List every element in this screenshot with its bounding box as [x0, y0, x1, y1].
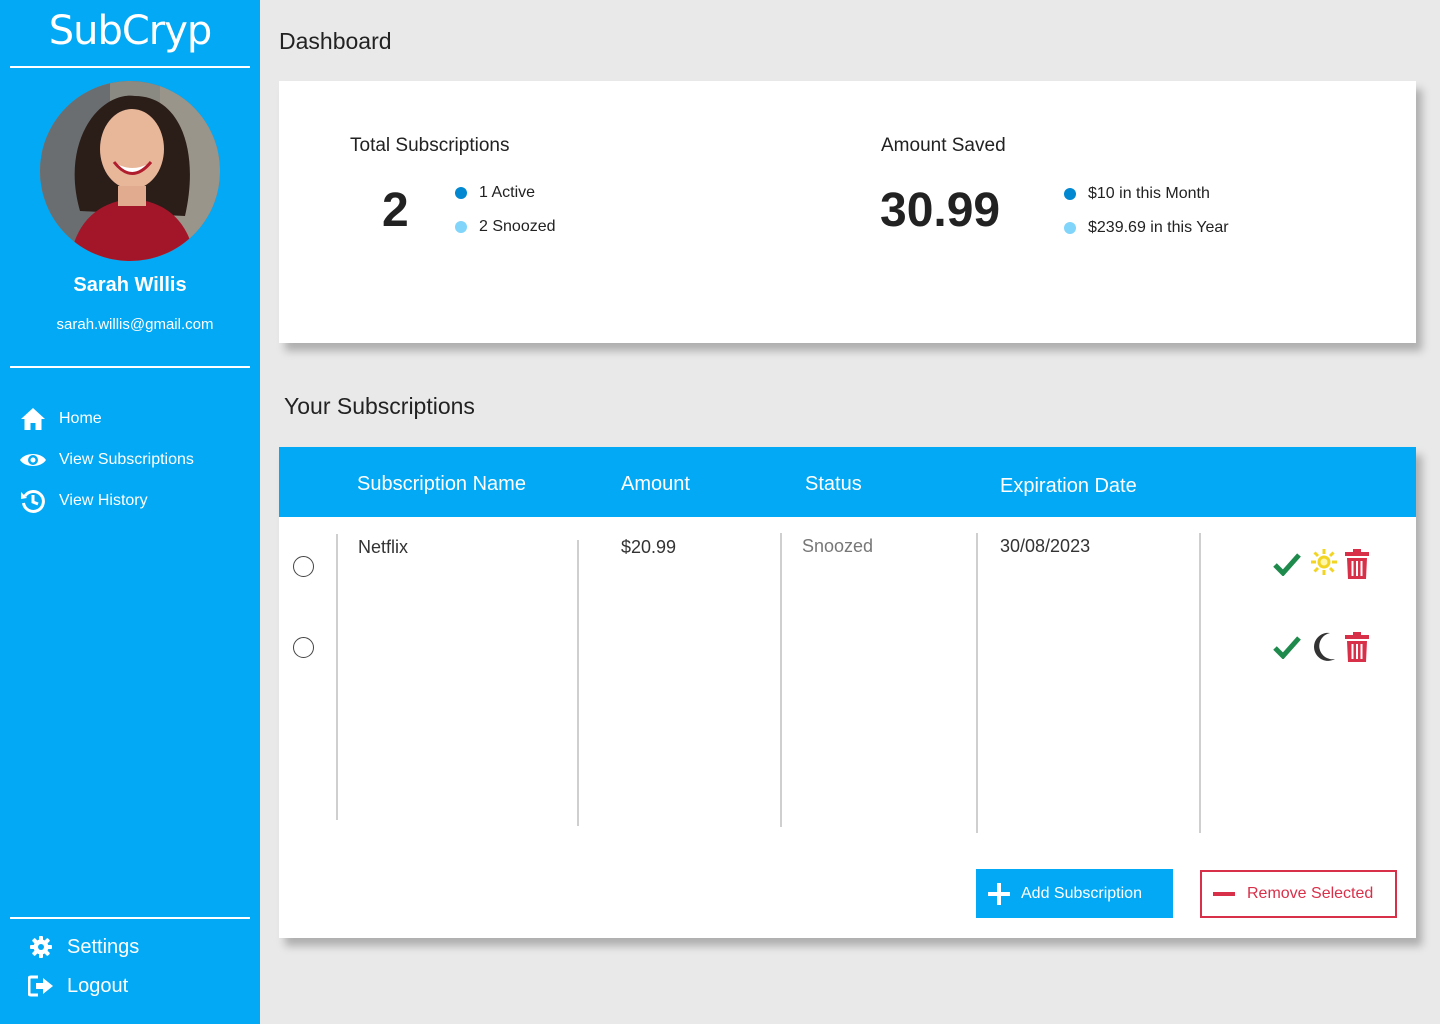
delete-button[interactable] [1344, 548, 1370, 580]
activate-button[interactable] [1272, 632, 1302, 662]
settings-label: Settings [67, 935, 140, 958]
legend-month: $10 in this Month [1064, 185, 1210, 203]
nav-item-label: Home [59, 410, 102, 427]
column-divider [1199, 533, 1201, 833]
brand-logo: SubCryp [48, 8, 213, 54]
trash-icon [1345, 549, 1369, 579]
row-select-radio[interactable] [293, 556, 314, 577]
nav-item-label: View History [59, 492, 148, 509]
column-divider [336, 534, 338, 820]
row-select-radio[interactable] [293, 637, 314, 658]
sun-icon [1311, 549, 1337, 575]
activate-button[interactable] [1272, 549, 1302, 579]
legend-label: $239.69 in this Year [1088, 219, 1229, 236]
nav-item-view-history[interactable]: View History [18, 488, 148, 514]
table-header: Subscription Name Amount Status Expirati… [279, 447, 1416, 517]
minus-icon [1213, 892, 1235, 896]
home-icon [18, 406, 48, 432]
cell-amount: $20.99 [621, 537, 677, 557]
legend-year: $239.69 in this Year [1064, 219, 1229, 237]
snooze-button[interactable] [1309, 547, 1339, 577]
avatar [40, 81, 220, 261]
check-icon [1273, 553, 1301, 576]
sidebar: SubCryp Sarah Willis sarah.willis@gmail.… [0, 0, 260, 1024]
cell-status: Snoozed [802, 536, 874, 556]
total-subscriptions-title: Total Subscriptions [350, 135, 510, 156]
add-subscription-label: Add Subscription [1021, 884, 1142, 902]
nav-item-view-subscriptions[interactable]: View Subscriptions [18, 447, 194, 473]
user-email: sarah.willis@gmail.com [56, 316, 214, 333]
cell-name: Netflix [358, 537, 409, 557]
delete-button[interactable] [1344, 631, 1370, 663]
legend-label: 1 Active [479, 184, 536, 201]
snooze-button[interactable] [1309, 631, 1339, 663]
logout-icon [28, 973, 54, 999]
total-subscriptions-value: 2 [382, 184, 409, 237]
legend-label: $10 in this Month [1088, 185, 1210, 202]
section-title: Your Subscriptions [284, 393, 475, 419]
legend-dot [1064, 188, 1076, 200]
column-header: Status [805, 473, 862, 495]
plus-icon [988, 882, 1010, 905]
gear-icon [28, 934, 54, 960]
remove-selected-button[interactable]: Remove Selected [1200, 870, 1397, 918]
column-divider [976, 533, 978, 833]
check-icon [1273, 636, 1301, 659]
user-name: Sarah Willis [73, 274, 187, 296]
nav-item-home[interactable]: Home [18, 406, 102, 432]
page-title: Dashboard [279, 28, 392, 54]
column-header: Amount [621, 473, 690, 495]
add-subscription-button[interactable]: Add Subscription [976, 869, 1173, 918]
history-icon [18, 488, 48, 514]
legend-snoozed: 2 Snoozed [455, 218, 556, 236]
legend-dot [455, 221, 467, 233]
moon-icon [1314, 632, 1335, 661]
nav-item-label: View Subscriptions [59, 451, 194, 468]
settings-button[interactable]: Settings [28, 934, 139, 960]
amount-saved-value: 30.99 [880, 184, 1001, 237]
column-header: Subscription Name [357, 473, 526, 495]
stats-card: Total Subscriptions 2 1 Active 2 Snoozed… [279, 81, 1416, 343]
trash-icon [1345, 632, 1369, 662]
legend-dot [1064, 222, 1076, 234]
subscriptions-table: Subscription Name Amount Status Expirati… [279, 447, 1416, 938]
cell-expiration: 30/08/2023 [1000, 536, 1091, 556]
column-divider [577, 540, 579, 826]
amount-saved-title: Amount Saved [881, 135, 1006, 156]
legend-active: 1 Active [455, 184, 535, 202]
column-header: Expiration Date [1000, 475, 1137, 497]
eye-icon [18, 447, 48, 473]
remove-selected-label: Remove Selected [1247, 885, 1374, 902]
sidebar-divider [10, 66, 250, 68]
column-divider [780, 533, 782, 827]
legend-label: 2 Snoozed [479, 218, 556, 235]
logout-button[interactable]: Logout [28, 973, 128, 999]
logout-label: Logout [67, 974, 129, 997]
sidebar-divider [10, 917, 250, 919]
sidebar-divider [10, 366, 250, 368]
legend-dot [455, 187, 467, 199]
